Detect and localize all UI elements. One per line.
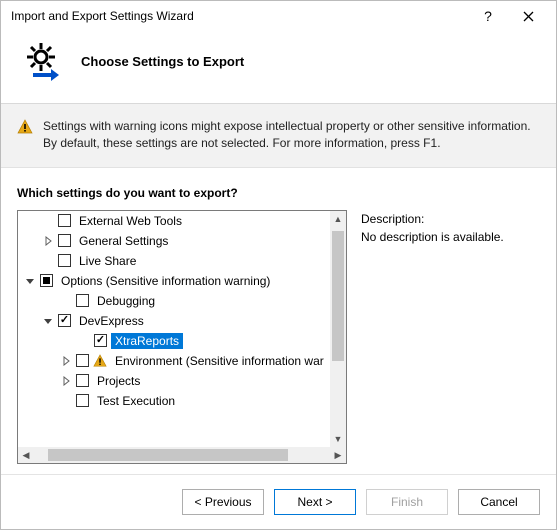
cancel-button[interactable]: Cancel bbox=[458, 489, 540, 515]
tree-node[interactable]: General Settings bbox=[18, 231, 330, 251]
checkbox[interactable] bbox=[76, 374, 89, 387]
warning-text: Settings with warning icons might expose… bbox=[43, 118, 540, 153]
tree-node-label: Live Share bbox=[75, 253, 140, 269]
vertical-scroll-thumb[interactable] bbox=[332, 231, 344, 361]
tree-node[interactable]: Options (Sensitive information warning) bbox=[18, 271, 330, 291]
checkbox[interactable] bbox=[58, 214, 71, 227]
scroll-up-icon[interactable]: ▲ bbox=[330, 211, 346, 227]
tree-node-label: Test Execution bbox=[93, 393, 179, 409]
checkbox[interactable] bbox=[76, 354, 89, 367]
tree-node-label: DevExpress bbox=[75, 313, 148, 329]
checkbox[interactable] bbox=[40, 274, 53, 287]
window-title: Import and Export Settings Wizard bbox=[11, 9, 468, 23]
warning-icon bbox=[17, 119, 33, 135]
checkbox[interactable] bbox=[58, 314, 71, 327]
tree-node-label: Environment (Sensitive information war bbox=[111, 353, 328, 369]
checkbox[interactable] bbox=[94, 334, 107, 347]
tree-node-label: Debugging bbox=[93, 293, 159, 309]
tree-node[interactable]: Environment (Sensitive information war bbox=[18, 351, 330, 371]
vertical-scrollbar[interactable]: ▲ ▼ bbox=[330, 211, 346, 447]
tree-node[interactable]: Projects bbox=[18, 371, 330, 391]
previous-button[interactable]: < Previous bbox=[182, 489, 264, 515]
chevron-down-icon[interactable] bbox=[42, 315, 54, 327]
chevron-right-icon[interactable] bbox=[60, 375, 72, 387]
tree-node[interactable]: XtraReports bbox=[18, 331, 330, 351]
tree-node-label: External Web Tools bbox=[75, 213, 186, 229]
tree-node-label: Projects bbox=[93, 373, 144, 389]
wizard-header: Choose Settings to Export bbox=[1, 31, 556, 104]
checkbox[interactable] bbox=[58, 234, 71, 247]
scroll-down-icon[interactable]: ▼ bbox=[330, 431, 346, 447]
tree-node[interactable]: DevExpress bbox=[18, 311, 330, 331]
tree-node-label: Options (Sensitive information warning) bbox=[57, 273, 274, 289]
title-bar: Import and Export Settings Wizard ? bbox=[1, 1, 556, 31]
scroll-left-icon[interactable]: ◀ bbox=[18, 447, 34, 463]
close-icon bbox=[523, 11, 534, 22]
checkbox[interactable] bbox=[76, 394, 89, 407]
wizard-footer: < Previous Next > Finish Cancel bbox=[1, 474, 556, 529]
warning-banner: Settings with warning icons might expose… bbox=[1, 104, 556, 168]
settings-tree[interactable]: External Web Tools General Settings Live S… bbox=[18, 211, 346, 447]
next-button[interactable]: Next > bbox=[274, 489, 356, 515]
finish-button: Finish bbox=[366, 489, 448, 515]
close-button[interactable] bbox=[508, 4, 548, 28]
wizard-content: Which settings do you want to export? Ex… bbox=[1, 168, 556, 474]
horizontal-scroll-thumb[interactable] bbox=[48, 449, 288, 461]
gear-export-icon bbox=[19, 37, 67, 85]
tree-node[interactable]: Debugging bbox=[18, 291, 330, 311]
page-title: Choose Settings to Export bbox=[81, 54, 244, 69]
chevron-right-icon[interactable] bbox=[42, 235, 54, 247]
chevron-right-icon[interactable] bbox=[60, 355, 72, 367]
settings-tree-container: External Web Tools General Settings Live S… bbox=[17, 210, 347, 464]
tree-node-label: XtraReports bbox=[111, 333, 183, 349]
tree-node[interactable]: Test Execution bbox=[18, 391, 330, 411]
help-button[interactable]: ? bbox=[468, 4, 508, 28]
chevron-down-icon[interactable] bbox=[24, 275, 36, 287]
tree-node[interactable]: Live Share bbox=[18, 251, 330, 271]
export-prompt: Which settings do you want to export? bbox=[17, 186, 540, 200]
tree-node[interactable]: External Web Tools bbox=[18, 211, 330, 231]
horizontal-scrollbar[interactable]: ◀ ▶ bbox=[18, 447, 346, 463]
checkbox[interactable] bbox=[76, 294, 89, 307]
tree-node-label: General Settings bbox=[75, 233, 172, 249]
description-label: Description: bbox=[361, 212, 540, 226]
scroll-right-icon[interactable]: ▶ bbox=[330, 447, 346, 463]
description-text: No description is available. bbox=[361, 230, 540, 244]
checkbox[interactable] bbox=[58, 254, 71, 267]
description-panel: Description: No description is available… bbox=[361, 210, 540, 464]
